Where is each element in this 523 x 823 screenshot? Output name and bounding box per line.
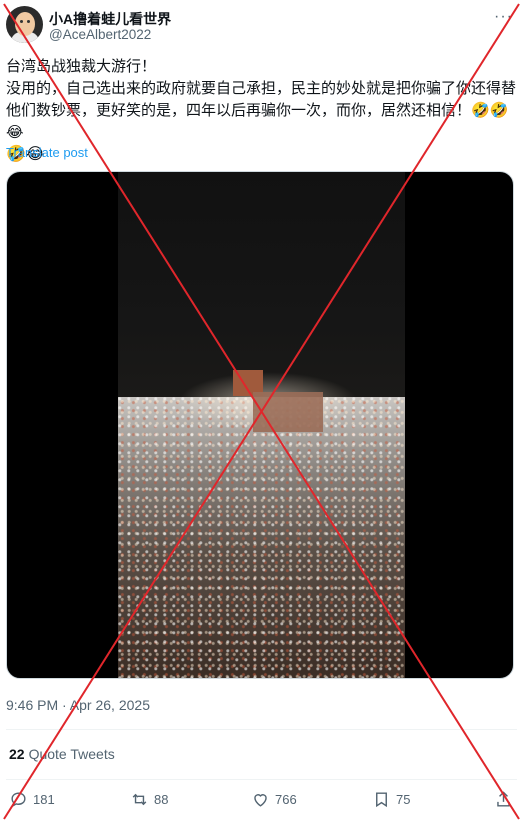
post-timestamp[interactable]: 9:46 PM · Apr 26, 2025 — [6, 697, 150, 713]
quote-tweets-count: 22 — [9, 746, 25, 762]
like-icon — [254, 794, 267, 807]
building — [253, 392, 323, 432]
share-icon — [497, 791, 510, 807]
author-name[interactable]: 小A撸着蛙儿看世界 — [49, 9, 171, 29]
repost-icon — [132, 793, 147, 806]
reply-button[interactable]: 181 — [9, 790, 55, 809]
post-line: 他们数钞票，更好笑的是，四年以后再骗你一次，而你，居然还相信！🤣🤣😂 — [6, 102, 509, 141]
repost-count: 88 — [154, 792, 169, 807]
share-button[interactable] — [494, 790, 513, 809]
like-count: 766 — [275, 792, 297, 807]
bookmark-icon — [376, 792, 387, 808]
post-line: 台湾岛战独裁大游行！ — [6, 58, 157, 75]
crowd-image — [118, 397, 405, 678]
video-frame — [118, 172, 405, 678]
author-handle[interactable]: @AceAlbert2022 — [49, 27, 151, 42]
post-header: 小A撸着蛙儿看世界 @AceAlbert2022 ··· — [6, 6, 517, 46]
reply-count: 181 — [33, 792, 55, 807]
bookmark-count: 75 — [396, 792, 411, 807]
divider — [6, 779, 517, 780]
bookmark-button[interactable]: 75 — [372, 790, 410, 809]
action-bar: 181 88 766 75 — [0, 790, 523, 812]
more-icon[interactable]: ··· — [494, 8, 513, 26]
avatar[interactable] — [6, 6, 43, 43]
repost-button[interactable]: 88 — [130, 790, 168, 809]
divider — [6, 729, 517, 730]
reply-icon — [11, 792, 26, 808]
video-media[interactable] — [6, 171, 514, 679]
quote-tweets-link[interactable]: 22 Quote Tweets — [9, 746, 115, 762]
translate-post-link[interactable]: Translate post — [6, 145, 88, 160]
post-line: 没用的，自己选出来的政府就要自己承担，民主的妙处就是把你骗了你还得替 — [6, 80, 517, 97]
quote-tweets-label: Quote Tweets — [28, 746, 115, 762]
like-button[interactable]: 766 — [251, 790, 297, 809]
